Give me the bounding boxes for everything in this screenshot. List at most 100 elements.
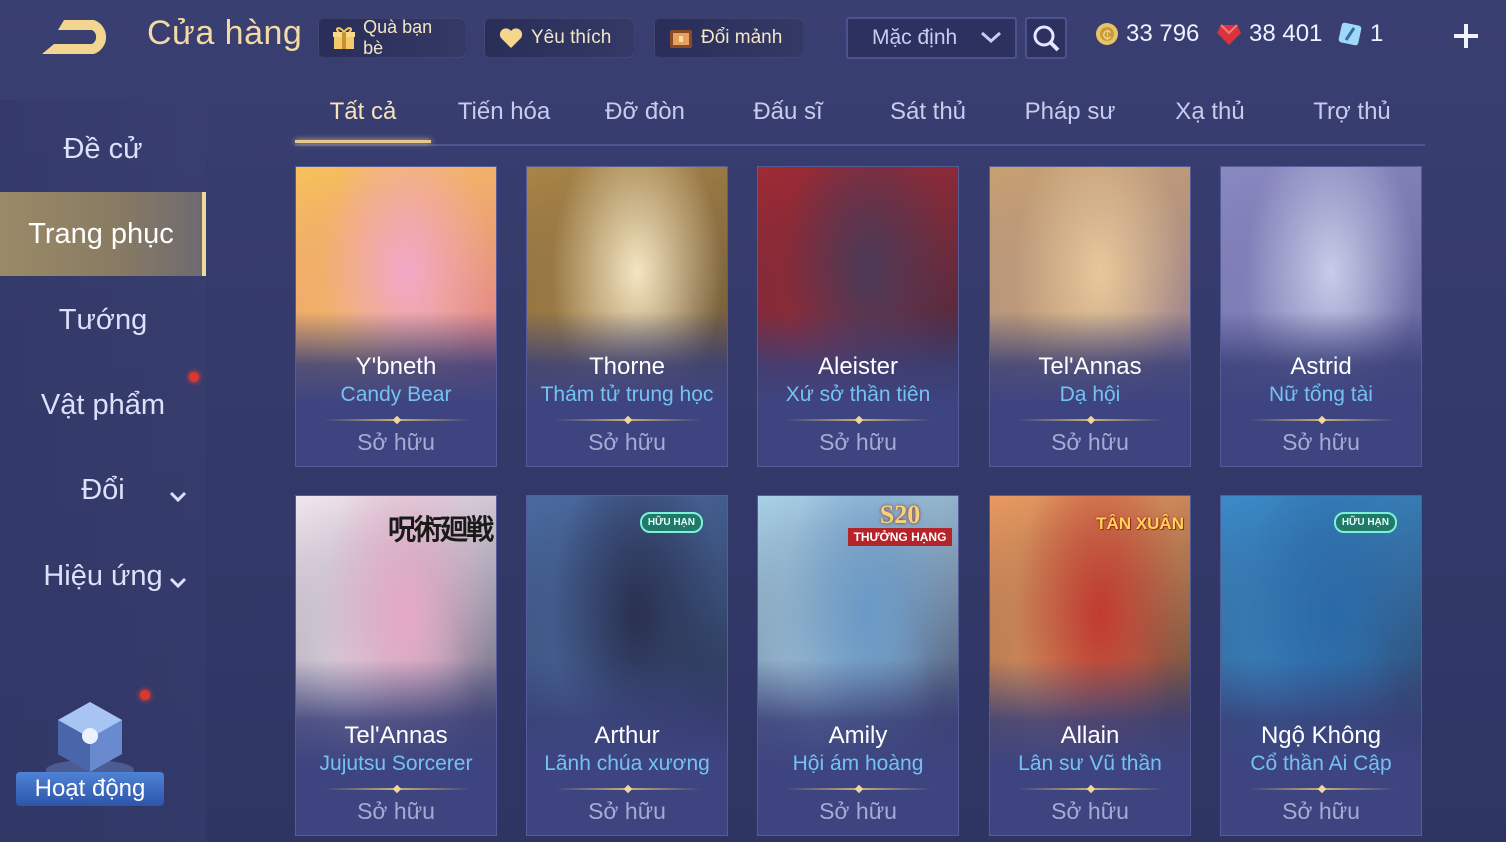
skin-name: Jujutsu Sorcerer — [319, 752, 473, 775]
owned-status: Sở hữu — [1051, 798, 1129, 824]
voucher-balance: 38 401 — [1215, 20, 1322, 48]
voucher-gem-icon — [1217, 24, 1241, 45]
skin-name: Xứ sở thần tiên — [785, 383, 931, 406]
skin-card[interactable]: Aleister Xứ sở thần tiên Sở hữu — [757, 166, 959, 467]
hero-name: Allain — [1060, 722, 1120, 749]
gold-balance: ₵ 33 796 — [1094, 20, 1199, 48]
svg-text:₵: ₵ — [1103, 28, 1112, 42]
hero-name: Tel'Annas — [1038, 353, 1142, 380]
skin-name: Dạ hội — [1059, 383, 1121, 406]
sort-value: Mặc định — [872, 26, 958, 49]
owned-status: Sở hữu — [588, 429, 666, 455]
owned-status: Sở hữu — [819, 798, 897, 824]
sort-dropdown[interactable]: Mặc định — [846, 17, 1017, 59]
skin-badge-text: 呪術廻戦 — [387, 513, 494, 546]
search-button[interactable] — [1025, 17, 1067, 59]
skin-card[interactable]: Astrid Nữ tổng tài Sở hữu — [1220, 166, 1422, 467]
sidebar-item-label: Trang phục — [28, 217, 174, 250]
back-button[interactable] — [34, 16, 114, 58]
skin-name: Candy Bear — [340, 383, 452, 406]
skin-badge: S20 THƯỞNG HẠNG — [848, 500, 952, 546]
plus-icon — [1454, 24, 1478, 48]
skin-badge: TÂN XUÂN — [1096, 514, 1184, 534]
favorite-button[interactable]: Yêu thích — [484, 18, 634, 58]
page-title: Cửa hàng — [147, 14, 303, 52]
skin-card[interactable]: Tel'Annas Dạ hội Sở hữu — [989, 166, 1191, 467]
hero-name: Tel'Annas — [344, 722, 448, 749]
chevron-down-icon — [168, 479, 188, 512]
gem-balance: 1 — [1336, 20, 1383, 48]
add-currency-button[interactable] — [1450, 20, 1482, 52]
skin-name: Lân sư Vũ thần — [1018, 752, 1162, 775]
chevron-down-icon — [168, 565, 188, 598]
friend-gift-button[interactable]: Quà bạn bè — [318, 17, 466, 58]
sidebar-item-items[interactable]: Vật phẩm — [0, 370, 206, 440]
sidebar-item-exchange[interactable]: Đổi — [0, 455, 206, 525]
tab-mage[interactable]: Pháp sư — [1025, 98, 1116, 126]
hero-name: Y'bneth — [355, 353, 437, 380]
tab-support[interactable]: Trợ thủ — [1313, 98, 1391, 126]
skin-card[interactable]: HỮU HẠN Arthur Lãnh chúa xương Sở hữu — [526, 495, 728, 836]
owned-status: Sở hữu — [588, 798, 666, 824]
hero-name: Aleister — [817, 353, 899, 380]
skin-card[interactable]: TÂN XUÂN Allain Lân sư Vũ thần Sở hữu — [989, 495, 1191, 836]
activity-button[interactable]: Hoạt động — [16, 690, 164, 814]
sidebar-item-label: Vật phẩm — [40, 388, 166, 421]
hero-name: Arthur — [594, 722, 660, 749]
skin-card[interactable]: 呪術廻戦 Tel'Annas Jujutsu Sorcerer Sở hữu — [295, 495, 497, 836]
tab-assassin[interactable]: Sát thủ — [890, 98, 966, 126]
tab-all[interactable]: Tất cả — [330, 98, 397, 126]
skin-badge-text: S20 — [879, 500, 921, 529]
sidebar-item-heroes[interactable]: Tướng — [0, 285, 206, 355]
notification-dot — [140, 690, 150, 700]
chevron-down-icon — [979, 28, 1003, 52]
skin-badge-text: HỮU HẠN — [647, 517, 695, 528]
sidebar-item-label: Hiệu ứng — [43, 559, 163, 592]
skin-card[interactable]: Y'bneth Candy Bear Sở hữu — [295, 166, 497, 467]
owned-status: Sở hữu — [357, 429, 435, 455]
friend-gift-label: Quà bạn bè — [363, 17, 433, 58]
sidebar-item-effects[interactable]: Hiệu ứng — [0, 541, 206, 611]
category-tabs: Tất cả Tiến hóa Đỡ đòn Đấu sĩ Sát thủ Ph… — [295, 90, 1425, 146]
sidebar-item-skins[interactable]: Trang phục — [0, 192, 206, 276]
skin-card[interactable]: HỮU HẠN Ngộ Không Cổ thần Ai Cập Sở hữu — [1220, 495, 1422, 836]
notification-dot — [189, 372, 199, 382]
skin-card[interactable]: S20 THƯỞNG HẠNG Amily Hội ám hoàng Sở hữu — [757, 495, 959, 836]
owned-status: Sở hữu — [357, 798, 435, 824]
hero-name: Amily — [828, 722, 888, 749]
gold-coin-icon: ₵ — [1096, 23, 1118, 45]
tab-fighter[interactable]: Đấu sĩ — [753, 98, 822, 126]
skin-card[interactable]: Thorne Thám tử trung học Sở hữu — [526, 166, 728, 467]
gift-icon — [331, 24, 357, 52]
activity-label: Hoạt động — [16, 772, 164, 806]
skin-badge: 呪術廻戦 — [387, 508, 494, 548]
tab-evolution[interactable]: Tiến hóa — [458, 98, 551, 126]
active-tab-indicator — [295, 140, 431, 143]
skin-badge-text: HỮU HẠN — [1341, 517, 1389, 528]
gold-amount: 33 796 — [1126, 20, 1200, 47]
skin-name: Thám tử trung học — [540, 383, 714, 406]
skin-name: Hội ám hoàng — [792, 752, 924, 775]
owned-status: Sở hữu — [1282, 429, 1360, 455]
top-bar: Cửa hàng Quà bạn bè Yêu thích Đổi mảnh M… — [0, 0, 1506, 78]
search-icon — [1033, 25, 1060, 52]
hero-name: Astrid — [1290, 353, 1352, 380]
favorite-label: Yêu thích — [531, 27, 612, 48]
gem-amount: 1 — [1370, 20, 1384, 47]
sidebar-item-label: Tướng — [58, 303, 148, 336]
tab-marksman[interactable]: Xạ thủ — [1175, 98, 1244, 126]
skin-badge-text: TÂN XUÂN — [1096, 514, 1184, 533]
sidebar-item-featured[interactable]: Đề cử — [0, 114, 206, 184]
back-arrow-icon — [42, 20, 107, 54]
skin-badge-subtext: THƯỞNG HẠNG — [848, 528, 952, 546]
tab-tank[interactable]: Đỡ đòn — [605, 98, 685, 126]
voucher-amount: 38 401 — [1249, 20, 1323, 47]
crystal-icon — [1338, 22, 1362, 46]
exchange-fragment-button[interactable]: Đổi mảnh — [654, 18, 804, 58]
owned-status: Sở hữu — [1282, 798, 1360, 824]
hero-name: Thorne — [588, 353, 666, 380]
exchange-fragment-label: Đổi mảnh — [701, 27, 783, 48]
fragment-chest-icon — [667, 24, 695, 52]
skin-name: Nữ tổng tài — [1269, 383, 1373, 406]
skin-name: Cổ thần Ai Cập — [1250, 752, 1392, 775]
